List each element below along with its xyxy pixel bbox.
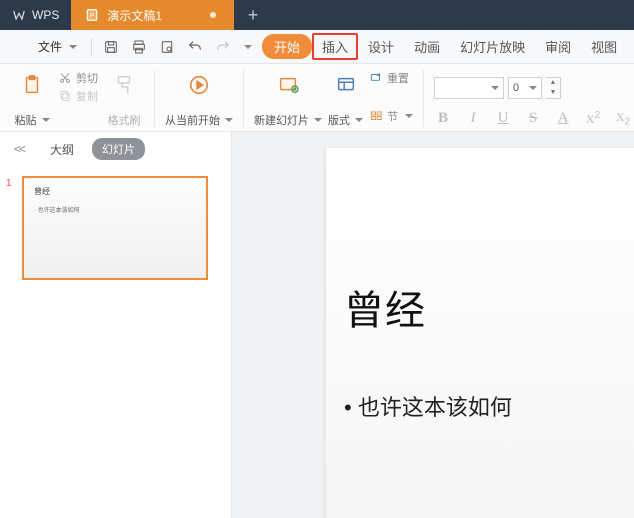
slide-canvas[interactable]: 曾经 也许这本该如何 bbox=[232, 132, 634, 518]
tab-view[interactable]: 视图 bbox=[581, 33, 627, 60]
decrease-font-icon[interactable]: ▼ bbox=[546, 88, 560, 98]
copy-button[interactable]: 复制 bbox=[58, 88, 98, 104]
group-play: 从当前开始 bbox=[165, 70, 244, 127]
collapse-panel-button[interactable]: << bbox=[14, 142, 24, 156]
app-name: WPS bbox=[32, 8, 59, 22]
tab-slideshow[interactable]: 幻灯片放映 bbox=[450, 33, 535, 60]
undo-button[interactable] bbox=[182, 34, 208, 60]
tab-review[interactable]: 审阅 bbox=[535, 33, 581, 60]
tab-insert[interactable]: 插入 bbox=[312, 33, 358, 60]
play-icon bbox=[188, 74, 210, 96]
document-name: 演示文稿1 bbox=[107, 7, 162, 24]
font-style-row: B I U S A X2 X2 bbox=[434, 110, 632, 127]
reset-icon bbox=[369, 71, 383, 85]
slide-title[interactable]: 曾经 bbox=[344, 278, 634, 336]
tab-animation[interactable]: 动画 bbox=[404, 33, 450, 60]
hamburger-menu[interactable] bbox=[12, 43, 28, 51]
outline-tab[interactable]: 大纲 bbox=[50, 141, 74, 158]
increase-font-icon[interactable]: ▲ bbox=[546, 78, 560, 88]
superscript-button[interactable]: X2 bbox=[584, 110, 602, 127]
quick-access-dropdown[interactable] bbox=[238, 34, 254, 60]
unsaved-indicator-icon bbox=[210, 12, 216, 18]
file-label: 文件 bbox=[38, 38, 62, 55]
app-brand: WPS bbox=[0, 0, 71, 30]
titlebar: WPS P 演示文稿1 + bbox=[0, 0, 634, 30]
print-button[interactable] bbox=[126, 34, 152, 60]
italic-button[interactable]: I bbox=[464, 110, 482, 127]
slide-number: 1 bbox=[6, 176, 16, 508]
thumbnail-list: 1 曾经 · 也许这本该如何 bbox=[0, 166, 231, 518]
layout-button[interactable]: 版式 bbox=[328, 70, 363, 128]
tab-design[interactable]: 设计 bbox=[358, 33, 404, 60]
new-tab-button[interactable]: + bbox=[234, 0, 272, 30]
undo-icon bbox=[187, 39, 203, 55]
strikethrough-button[interactable]: S bbox=[524, 110, 542, 127]
clipboard-mini: 剪切 复制 bbox=[58, 70, 98, 104]
thumb-body: · 也许这本该如何 bbox=[34, 205, 196, 214]
print-preview-button[interactable] bbox=[154, 34, 180, 60]
new-slide-button[interactable]: 新建幻灯片 bbox=[254, 70, 322, 128]
underline-button[interactable]: U bbox=[494, 110, 512, 127]
section-button[interactable]: 节 bbox=[369, 108, 413, 124]
side-panel-header: << 大纲 幻灯片 bbox=[0, 132, 231, 166]
slides-tab[interactable]: 幻灯片 bbox=[92, 138, 145, 160]
cut-icon bbox=[58, 71, 72, 85]
new-slide-icon bbox=[277, 74, 299, 96]
wps-logo-icon bbox=[12, 8, 26, 22]
redo-button[interactable] bbox=[210, 34, 236, 60]
print-preview-icon bbox=[159, 39, 175, 55]
print-icon bbox=[131, 39, 147, 55]
format-painter-icon bbox=[113, 74, 135, 96]
side-panel: << 大纲 幻灯片 1 曾经 · 也许这本该如何 bbox=[0, 132, 232, 518]
subscript-button[interactable]: X2 bbox=[614, 110, 632, 127]
font-size-spinner[interactable]: ▲▼ bbox=[546, 77, 561, 99]
file-menu[interactable]: 文件 bbox=[30, 34, 85, 59]
paste-button[interactable]: 粘贴 bbox=[12, 70, 52, 128]
ribbon: 粘贴 剪切 复制 格式刷 从当前开始 新建幻灯片 bbox=[0, 64, 634, 132]
paste-icon bbox=[21, 74, 43, 96]
cut-button[interactable]: 剪切 bbox=[58, 70, 98, 86]
slide-mini: 重置 节 bbox=[369, 70, 413, 124]
menubar: 文件 开始 插入 设计 动画 幻灯片放映 审阅 视图 bbox=[0, 30, 634, 64]
document-tab[interactable]: P 演示文稿1 bbox=[71, 0, 234, 30]
slide[interactable]: 曾经 也许这本该如何 bbox=[326, 148, 634, 518]
redo-icon bbox=[215, 39, 231, 55]
font-color-button[interactable]: A bbox=[554, 110, 572, 127]
slide-thumbnail[interactable]: 曾经 · 也许这本该如何 bbox=[22, 176, 208, 280]
layout-icon bbox=[335, 74, 357, 96]
save-icon bbox=[103, 39, 119, 55]
section-icon bbox=[369, 109, 383, 123]
svg-text:P: P bbox=[90, 12, 94, 19]
group-font: 0 ▲▼ B I U S A X2 X2 bbox=[434, 70, 634, 127]
font-family-select[interactable] bbox=[434, 77, 504, 99]
copy-icon bbox=[58, 89, 72, 103]
reset-button[interactable]: 重置 bbox=[369, 70, 413, 86]
tab-start[interactable]: 开始 bbox=[262, 34, 312, 59]
presentation-file-icon: P bbox=[85, 8, 99, 22]
play-from-current-button[interactable]: 从当前开始 bbox=[165, 70, 233, 128]
workspace: << 大纲 幻灯片 1 曾经 · 也许这本该如何 曾经 也许这本该如何 bbox=[0, 132, 634, 518]
ribbon-tabs: 开始 插入 设计 动画 幻灯片放映 审阅 视图 bbox=[262, 33, 627, 60]
group-clipboard: 粘贴 剪切 复制 格式刷 bbox=[12, 70, 155, 127]
font-size-select[interactable]: 0 bbox=[508, 77, 542, 99]
bold-button[interactable]: B bbox=[434, 110, 452, 127]
save-button[interactable] bbox=[98, 34, 124, 60]
thumb-title: 曾经 bbox=[34, 186, 196, 197]
format-painter-button[interactable]: 格式刷 bbox=[104, 70, 144, 128]
slide-body[interactable]: 也许这本该如何 bbox=[344, 390, 634, 422]
separator bbox=[91, 38, 92, 56]
group-slides: 新建幻灯片 版式 重置 节 bbox=[254, 70, 424, 127]
